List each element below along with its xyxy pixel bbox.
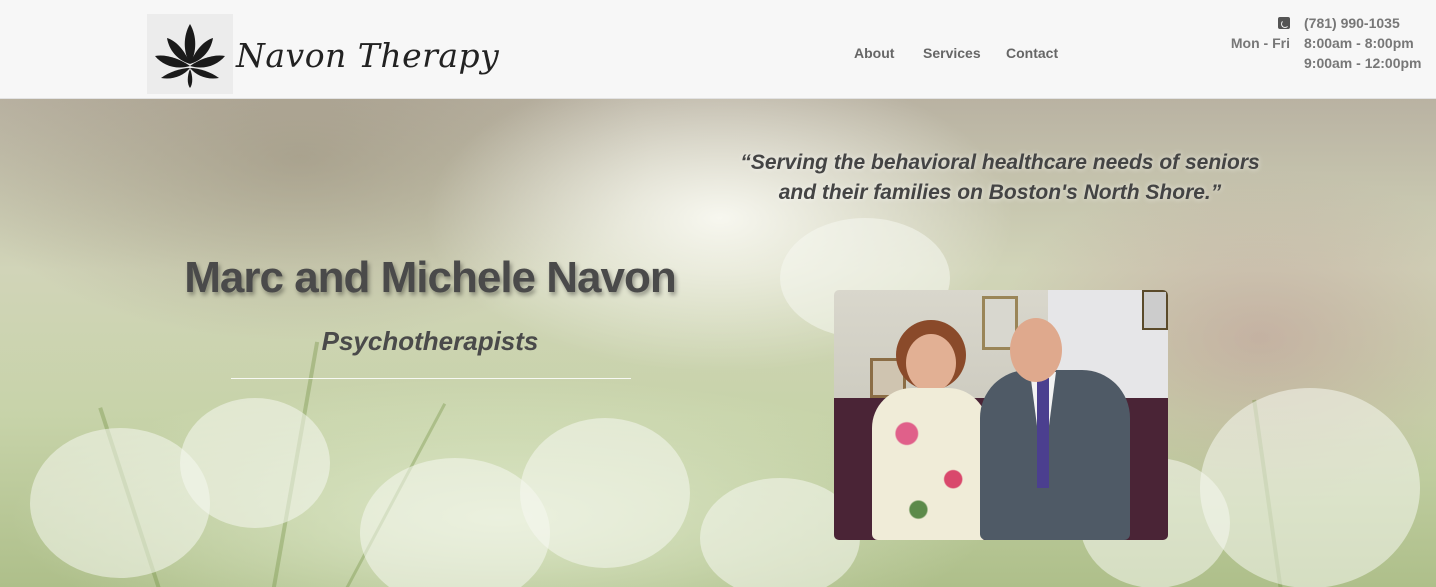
- hero-title: Marc and Michele Navon: [184, 253, 676, 302]
- therapists-photo: [834, 290, 1168, 540]
- quote-line: and their families on Boston's North Sho…: [778, 181, 1222, 204]
- quote-line: “Serving the behavioral healthcare needs…: [740, 151, 1260, 174]
- contact-info: (781) 990-1035 Mon - Fri 8:00am - 8:00pm…: [1220, 14, 1430, 74]
- divider: [231, 378, 631, 379]
- hours-time: 9:00am - 12:00pm: [1304, 55, 1422, 71]
- nav-about[interactable]: About: [854, 45, 894, 61]
- site-header: Navon Therapy About Services Contact (78…: [0, 0, 1436, 99]
- phone-row: (781) 990-1035: [1220, 14, 1430, 34]
- nav-contact[interactable]: Contact: [1006, 45, 1058, 61]
- logo[interactable]: [147, 14, 233, 94]
- lotus-icon: [155, 24, 225, 88]
- phone-number[interactable]: (781) 990-1035: [1304, 15, 1400, 31]
- hours-row: 9:00am - 12:00pm: [1220, 54, 1430, 74]
- hours-time: 8:00am - 8:00pm: [1304, 35, 1414, 51]
- hero-quote: “Serving the behavioral healthcare needs…: [700, 148, 1300, 208]
- hours-row: Mon - Fri 8:00am - 8:00pm: [1220, 34, 1430, 54]
- hero-subtitle: Psychotherapists: [321, 326, 539, 356]
- hours-days: Mon - Fri: [1230, 35, 1290, 51]
- hero-banner: “Serving the behavioral healthcare needs…: [0, 98, 1436, 587]
- nav-services[interactable]: Services: [923, 45, 981, 61]
- phone-icon: [1278, 17, 1290, 29]
- brand-name[interactable]: Navon Therapy: [236, 36, 499, 75]
